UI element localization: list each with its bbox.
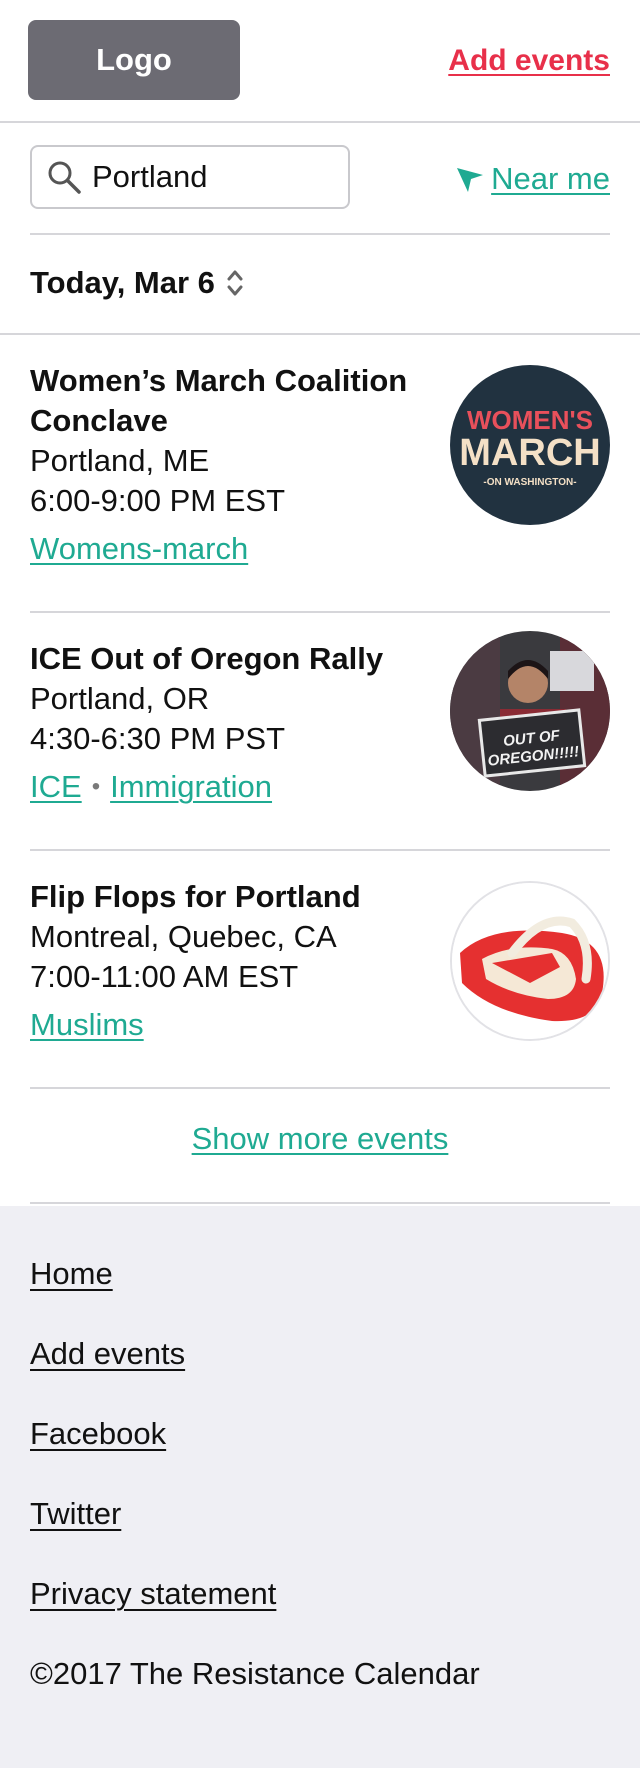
event-image[interactable]: OUT OF OREGON!!!!! <box>450 631 610 791</box>
event-title[interactable]: Women’s March Coalition Conclave <box>30 361 420 441</box>
tag-separator: • <box>91 773 101 800</box>
logo[interactable]: Logo <box>28 20 240 100</box>
event-time: 4:30-6:30 PM PST <box>30 721 286 756</box>
tag-link[interactable]: Muslims <box>30 1005 144 1045</box>
show-more-button[interactable]: Show more events <box>30 1121 610 1157</box>
site-footer: Home Add events Facebook Twitter Privacy… <box>0 1206 640 1768</box>
footer-link-privacy[interactable]: Privacy statement <box>30 1576 276 1612</box>
svg-text:WOMEN'S: WOMEN'S <box>467 405 593 435</box>
tag-link[interactable]: ICE <box>30 767 82 807</box>
date-filter-row: Today, Mar 6 <box>0 235 640 335</box>
event-item[interactable]: ICE Out of Oregon Rally Portland, OR 4:3… <box>30 613 610 851</box>
event-time: 7:00-11:00 AM EST <box>30 959 299 994</box>
event-tags: Muslims <box>30 1005 144 1045</box>
event-item[interactable]: Flip Flops for Portland Montreal, Quebec… <box>30 851 610 1089</box>
add-events-link[interactable]: Add events <box>448 44 610 78</box>
search-row: Portland Near me <box>30 123 610 235</box>
event-image[interactable]: WOMEN'S MARCH -ON WASHINGTON- <box>450 365 610 525</box>
tag-link[interactable]: Immigration <box>110 767 272 807</box>
event-item[interactable]: Women’s March Coalition Conclave Portlan… <box>30 335 610 613</box>
show-more-row: Show more events <box>30 1089 610 1204</box>
svg-text:MARCH: MARCH <box>459 432 600 474</box>
search-value: Portland <box>92 159 208 194</box>
event-image[interactable] <box>450 881 610 1041</box>
footer-link-twitter[interactable]: Twitter <box>30 1496 121 1532</box>
womens-march-logo-image: WOMEN'S MARCH -ON WASHINGTON- <box>450 365 610 525</box>
near-me-button[interactable]: Near me <box>455 161 610 197</box>
rally-photo-image: OUT OF OREGON!!!!! <box>450 631 610 791</box>
svg-text:-ON WASHINGTON-: -ON WASHINGTON- <box>483 477 576 488</box>
event-title[interactable]: ICE Out of Oregon Rally <box>30 639 420 679</box>
canada-flip-flop-image <box>452 883 608 1039</box>
sort-chevrons-icon <box>227 270 243 296</box>
event-location: Portland, OR <box>30 681 210 716</box>
site-header: Logo Add events <box>0 0 640 123</box>
copyright-text: ©2017 The Resistance Calendar <box>30 1656 480 1691</box>
footer-link-facebook[interactable]: Facebook <box>30 1416 166 1452</box>
location-arrow-icon <box>457 168 484 192</box>
footer-link-add-events[interactable]: Add events <box>30 1336 185 1372</box>
near-me-label: Near me <box>491 161 610 196</box>
event-location: Montreal, Quebec, CA <box>30 919 337 954</box>
event-list: Women’s March Coalition Conclave Portlan… <box>30 335 610 1204</box>
date-label: Today, Mar 6 <box>30 265 215 300</box>
tag-link[interactable]: Womens-march <box>30 529 248 569</box>
search-input[interactable]: Portland <box>30 145 350 209</box>
event-tags: ICE • Immigration <box>30 767 272 807</box>
footer-link-home[interactable]: Home <box>30 1256 113 1292</box>
event-location: Portland, ME <box>30 443 210 478</box>
date-selector[interactable]: Today, Mar 6 <box>30 265 245 301</box>
event-tags: Womens-march <box>30 529 248 569</box>
search-icon <box>48 161 81 194</box>
event-time: 6:00-9:00 PM EST <box>30 483 286 518</box>
event-title[interactable]: Flip Flops for Portland <box>30 877 420 917</box>
